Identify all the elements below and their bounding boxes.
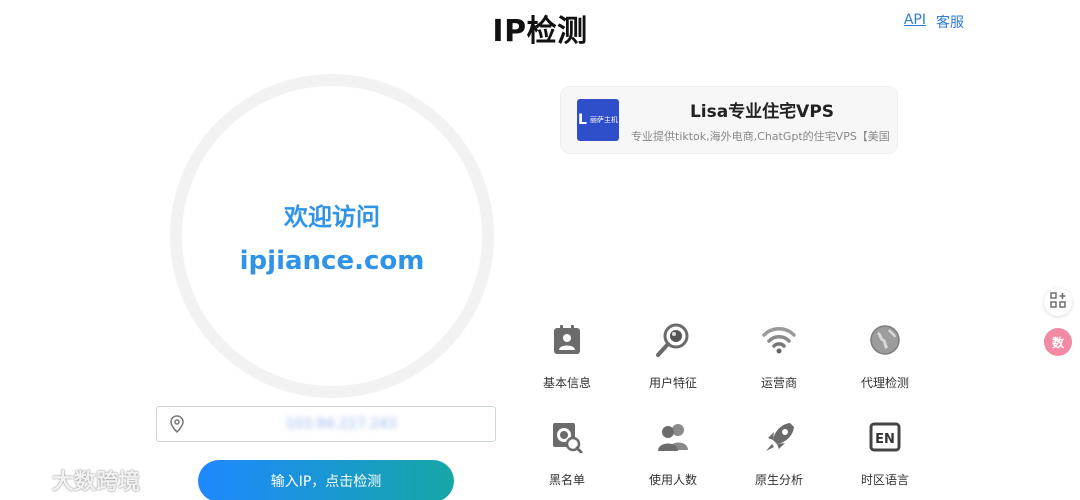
id-card-icon	[547, 320, 587, 360]
feature-label: 使用人数	[648, 473, 697, 487]
floating-grid-button[interactable]	[1044, 288, 1072, 316]
feature-label: 原生分析	[754, 473, 803, 487]
customer-service-link[interactable]: 客服	[936, 12, 964, 32]
globe-icon	[865, 320, 905, 360]
feature-basic-info[interactable]: 基本信息	[514, 320, 620, 391]
feature-label: 用户特征	[648, 376, 697, 390]
top-links: API 客服	[904, 12, 964, 32]
ad-text: Lisa专业住宅VPS 专业提供tiktok,海外电商,ChatGpt的住宅VP…	[631, 97, 893, 144]
watermark: 大数跨境	[8, 464, 140, 496]
feature-native-analysis[interactable]: 原生分析	[726, 417, 832, 488]
feature-label: 黑名单	[548, 473, 585, 487]
ad-logo: L 丽萨主机	[577, 99, 619, 141]
grid-add-icon	[1050, 292, 1066, 312]
ad-logo-text: 丽萨主机	[589, 116, 618, 124]
en-language-icon: EN	[865, 417, 905, 457]
feature-grid: 基本信息 用户特征 运营商 代理检测 黑名单 使用人数 原生分析 EN 时区语言	[514, 320, 938, 488]
wifi-icon	[759, 320, 799, 360]
feature-blacklist[interactable]: 黑名单	[514, 417, 620, 488]
feature-label: 运营商	[760, 376, 797, 390]
ad-title: Lisa专业住宅VPS	[689, 101, 835, 122]
ad-logo-mark: L	[578, 112, 587, 128]
feature-label: 代理检测	[860, 376, 909, 390]
watermark-text: 大数跨境	[52, 470, 141, 495]
welcome-text: 欢迎访问	[284, 202, 380, 231]
feature-user-traits[interactable]: 用户特征	[620, 320, 726, 391]
feature-label: 基本信息	[542, 376, 591, 390]
feature-proxy-detection[interactable]: 代理检测	[832, 320, 938, 391]
page: IP检测 API 客服 欢迎访问 ipjiance.com 输入IP，点击检测 …	[0, 0, 1080, 500]
rocket-icon	[759, 417, 799, 457]
feature-carrier[interactable]: 运营商	[726, 320, 832, 391]
feature-user-count[interactable]: 使用人数	[620, 417, 726, 488]
floating-pink-button[interactable]: 数	[1044, 328, 1072, 356]
api-link[interactable]: API	[904, 12, 926, 32]
welcome-circle: 欢迎访问 ipjiance.com	[170, 74, 494, 398]
svg-text:EN: EN	[875, 432, 895, 447]
users-icon	[653, 417, 693, 457]
detect-button[interactable]: 输入IP，点击检测	[198, 460, 454, 500]
ip-input[interactable]	[187, 415, 495, 433]
ip-input-wrapper	[156, 406, 496, 442]
ad-card[interactable]: L 丽萨主机 Lisa专业住宅VPS 专业提供tiktok,海外电商,ChatG…	[560, 86, 898, 154]
ad-description: 专业提供tiktok,海外电商,ChatGpt的住宅VPS【美国	[631, 129, 890, 143]
feature-label: 时区语言	[860, 473, 909, 487]
site-domain: ipjiance.com	[239, 245, 425, 276]
location-pin-icon	[167, 414, 187, 434]
watermark-logo-icon	[8, 466, 48, 494]
blacklist-search-icon	[547, 417, 587, 457]
feature-timezone-language[interactable]: EN 时区语言	[832, 417, 938, 488]
magnifier-icon	[653, 320, 693, 360]
